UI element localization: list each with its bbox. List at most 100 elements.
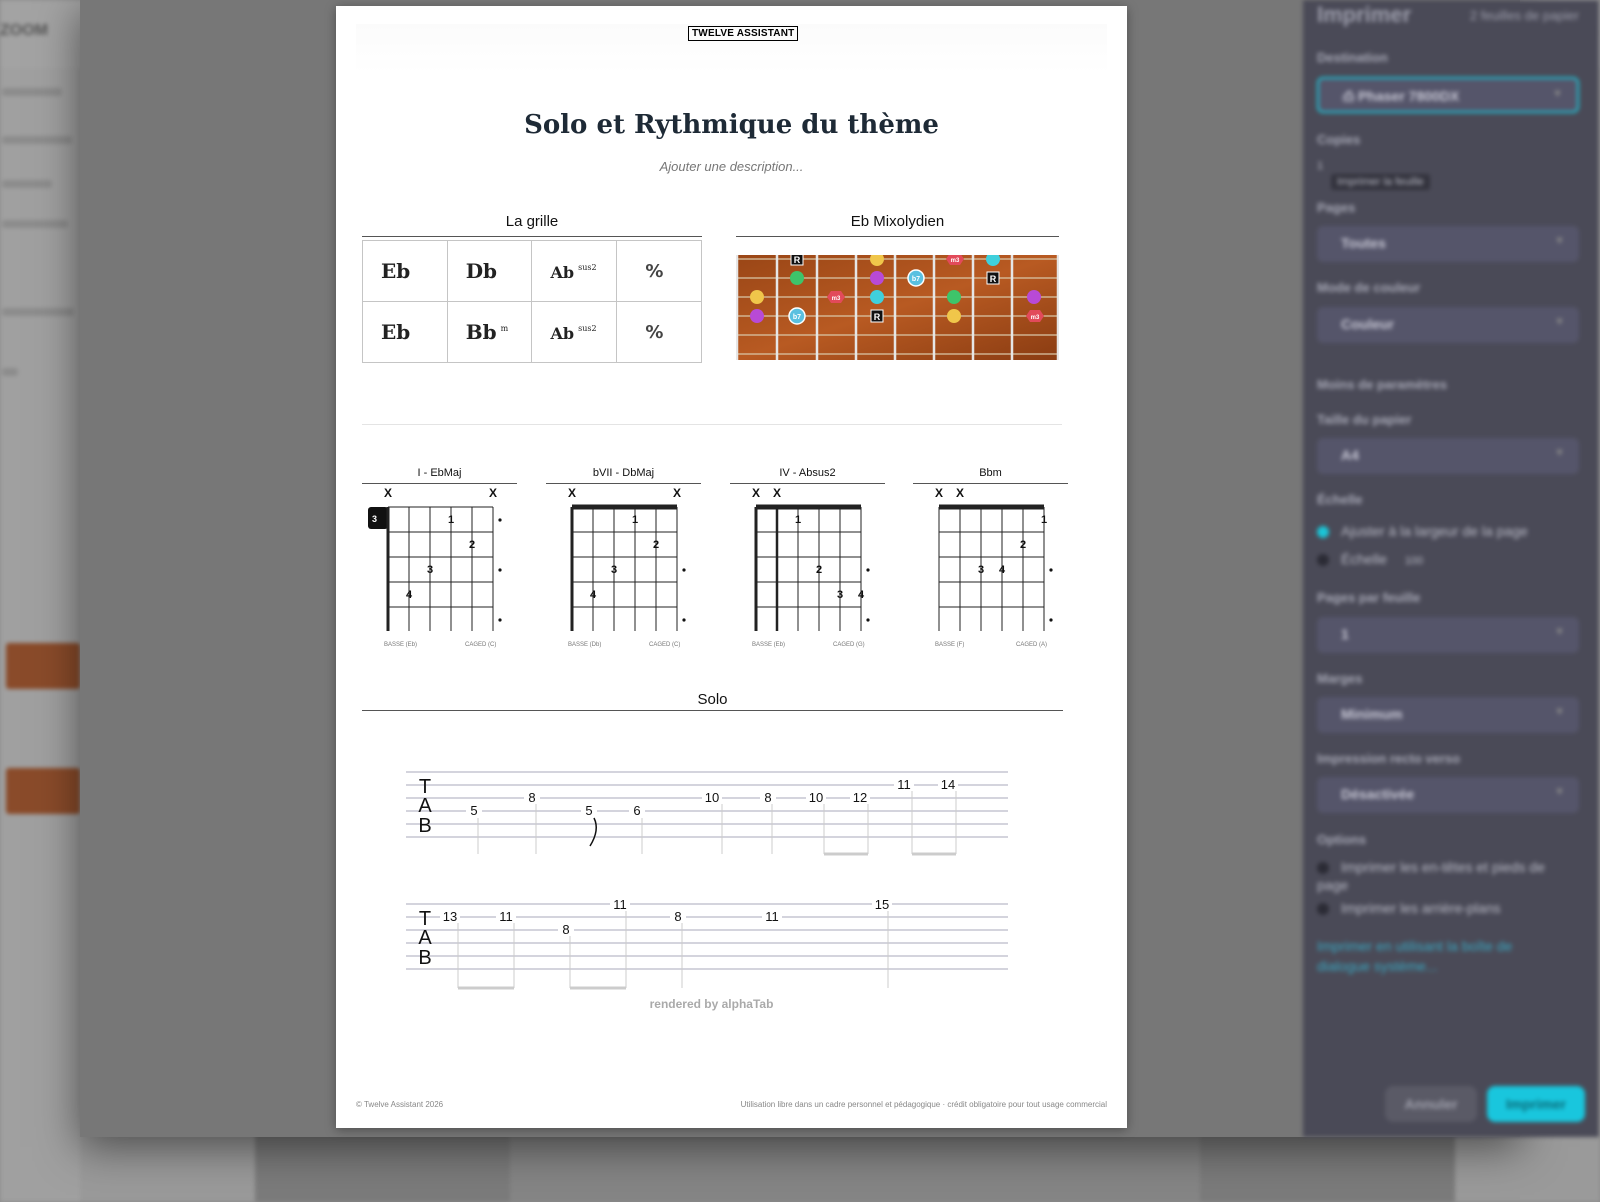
bass-label: BASSE (Eb)	[384, 642, 417, 648]
system-dialog-link[interactable]: Imprimer en utilisant la boîte de dialog…	[1317, 936, 1547, 976]
grid-cell: Db	[446, 240, 533, 302]
tab-note: 11	[897, 777, 911, 792]
pages-per-sheet-select[interactable]: 1 ▼	[1317, 617, 1579, 653]
finger-number: 3	[611, 564, 617, 576]
grid-cell: Bb m	[446, 301, 533, 363]
muted-string-mark: X	[568, 486, 576, 500]
fretboard-diagram: 12 15 17	[736, 255, 1059, 360]
finger-number: 4	[590, 589, 597, 601]
destination-select[interactable]: ⎙ Phaser 7800DX ▼	[1317, 77, 1579, 113]
chevron-down-icon: ▼	[1554, 706, 1565, 718]
muted-string-mark: X	[956, 486, 964, 500]
chord-name: Bbm	[979, 467, 1002, 479]
caged-label: CAGED (A)	[1016, 642, 1047, 648]
caged-label: CAGED (C)	[465, 642, 496, 648]
background-thumbnail	[6, 643, 80, 689]
tab-clef-letter: A	[418, 927, 432, 949]
chord-diagram: bVII - DbMaj X X 1 2 3 4 BASSE (Db) CAGE…	[546, 463, 701, 653]
scale-custom-radio[interactable]: Échelle 100	[1317, 551, 1423, 567]
background-app-title: ZOOM	[0, 22, 48, 39]
root-badge: R	[990, 274, 997, 284]
margins-select[interactable]: Minimum ▼	[1317, 697, 1579, 733]
paper-size-label: Taille du papier	[1317, 412, 1412, 427]
tab-clef-letter: B	[418, 947, 431, 969]
page-title: Solo et Rythmique du thème	[524, 110, 939, 140]
chord-name: I - EbMaj	[417, 467, 462, 479]
root-badge: R	[874, 312, 881, 322]
m3-badge: m3	[951, 258, 960, 264]
chord-chart: X X 1 2 3 4	[935, 486, 1053, 648]
description-placeholder: Ajouter une description...	[659, 159, 804, 174]
chord-diagram: I - EbMaj X X 3 1 2 3 4 BASSE (Eb) CAGED…	[362, 463, 517, 653]
color-mode-select[interactable]: Couleur ▼	[1317, 307, 1579, 343]
b7-badge: b7	[912, 276, 920, 283]
tab-note: 5	[470, 803, 477, 818]
m3-badge: m3	[832, 296, 841, 302]
finger-number: 2	[469, 539, 475, 551]
printer-icon: ⎙	[1343, 88, 1359, 104]
pages-label: Pages	[1317, 200, 1356, 215]
tab-note: 10	[809, 790, 823, 805]
chord-grid-table: Eb Db Ab sus2 % Eb Bb m Ab sus2 %	[362, 240, 702, 363]
grid-cell-repeat: %	[616, 240, 702, 302]
print-settings-panel: Imprimer 2 feuilles de papier Destinatio…	[1303, 0, 1599, 1137]
chevron-down-icon: ▼	[1554, 316, 1565, 328]
tab-note: 11	[613, 898, 627, 912]
chevron-down-icon: ▼	[1554, 786, 1565, 798]
cancel-button[interactable]: Annuler	[1385, 1086, 1477, 1122]
b7-badge: b7	[793, 314, 801, 321]
options-label: Options	[1317, 832, 1367, 847]
background-graphics-checkbox[interactable]: Imprimer les arrière-plans	[1317, 900, 1500, 916]
footer-license: Utilisation libre dans un cadre personne…	[740, 1100, 1107, 1109]
tab-note: 10	[705, 790, 719, 805]
chord-chart: X X 3 1 2 3 4 BASSE (Eb) CAGED (C)	[368, 486, 502, 648]
finger-number: 3	[837, 589, 843, 601]
sheet-count: 2 feuilles de papier	[1469, 8, 1579, 23]
chord-chart: X X 1 2 3 4	[568, 486, 686, 648]
finger-number: 3	[978, 564, 984, 576]
duplex-select[interactable]: Désactivée ▼	[1317, 777, 1579, 813]
finger-number: 4	[406, 589, 413, 601]
alphatab-watermark: rendered by alphaTab	[649, 997, 774, 1011]
copies-input[interactable]: 1	[1317, 160, 1323, 172]
finger-number: 3	[427, 564, 433, 576]
background-thumbnail	[6, 768, 80, 814]
tab-note: 11	[499, 909, 513, 924]
twelve-assistant-logo: TWELVE ASSISTANT	[688, 26, 799, 41]
finger-number: 2	[653, 539, 659, 551]
finger-number: 4	[858, 589, 865, 601]
tab-clef-letter: A	[418, 795, 432, 817]
tab-note: 8	[562, 922, 569, 937]
headers-footers-checkbox[interactable]: Imprimer les en-têtes et pieds de page	[1317, 858, 1579, 894]
pages-per-sheet-label: Pages par feuille	[1317, 590, 1421, 605]
scale-section-title: Eb Mixolydien	[850, 213, 945, 230]
print-button[interactable]: Imprimer	[1487, 1086, 1585, 1122]
tab-note: 14	[941, 777, 955, 792]
grid-section-title: La grille	[505, 213, 559, 230]
finger-number: 1	[448, 514, 454, 526]
tab-note: 8	[528, 790, 535, 805]
solo-section-title: Solo	[697, 691, 728, 708]
scale-fit-radio[interactable]: Ajuster à la largeur de la page	[1317, 523, 1528, 539]
finger-number: 4	[999, 564, 1006, 576]
copies-tooltip: Imprimer la feuille	[1331, 174, 1430, 190]
paper-size-select[interactable]: A4 ▼	[1317, 438, 1579, 474]
muted-string-mark: X	[384, 486, 392, 500]
bass-label: BASSE (F)	[935, 642, 964, 648]
tab-clef-letter: B	[418, 815, 431, 837]
grid-cell: Eb	[362, 301, 448, 363]
copies-label: Copies	[1317, 132, 1361, 147]
background-sidebar	[0, 68, 80, 1202]
caged-label: CAGED (C)	[649, 642, 680, 648]
muted-string-mark: X	[935, 486, 943, 500]
muted-string-mark: X	[489, 486, 497, 500]
chord-name: bVII - DbMaj	[592, 467, 655, 479]
pages-select[interactable]: Toutes ▼	[1317, 226, 1579, 262]
chord-name: IV - Absus2	[779, 467, 836, 479]
less-settings-toggle[interactable]: Moins de paramètres	[1317, 377, 1447, 392]
finger-number: 1	[632, 514, 638, 526]
m3-badge: m3	[1031, 315, 1040, 321]
tab-staff-2: T A B 13 11 8 11 8 11 15	[406, 898, 1008, 990]
footer-copyright: © Twelve Assistant 2026	[356, 1100, 444, 1109]
chord-diagram: Bbm X X 1 2 3 4 BASSE (F) CAGED (A)	[913, 463, 1068, 653]
